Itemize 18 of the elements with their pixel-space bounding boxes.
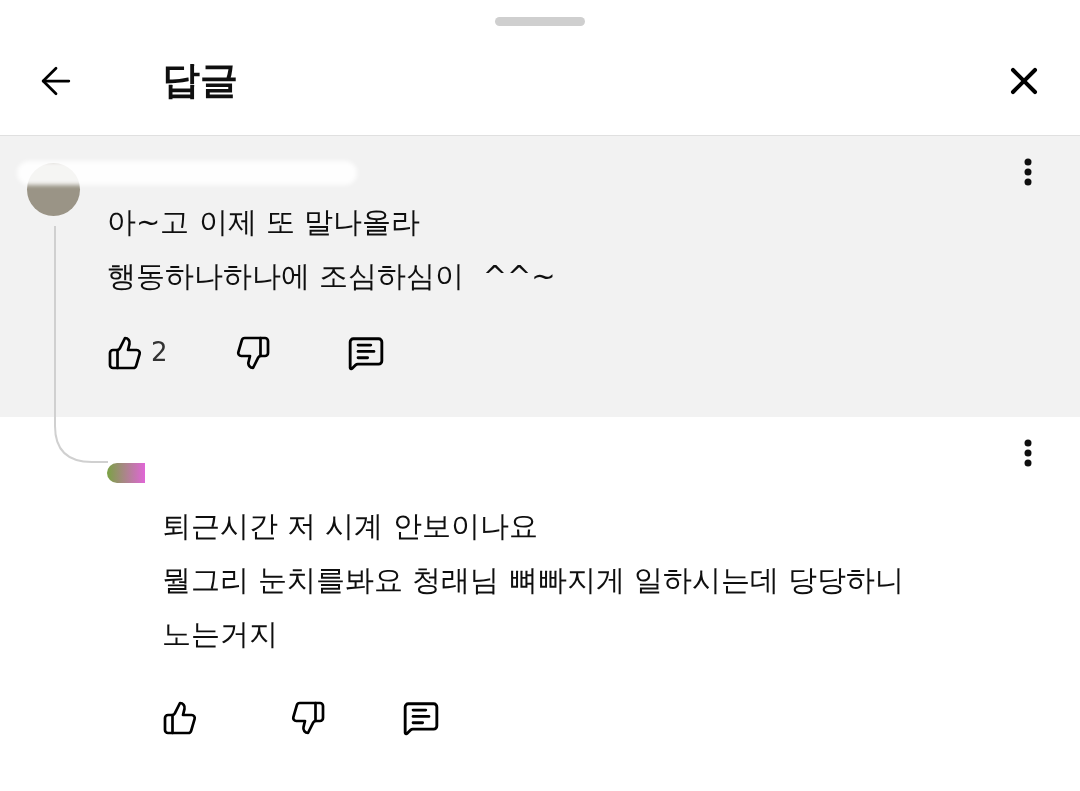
comment-text: 아~고 이제 또 말나올라 (107, 204, 421, 241)
thumbs-down-icon (235, 334, 271, 371)
panel-title: 답글 (162, 57, 238, 104)
comment-text: 뭘그리 눈치를봐요 청래님 뼈빠지게 일하시는데 당당하니 (162, 562, 906, 599)
avatar[interactable] (107, 463, 145, 483)
comment-text: 퇴근시간 저 시계 안보이나요 (162, 508, 539, 545)
thumbs-up-icon (162, 700, 198, 736)
reply-button[interactable] (402, 699, 440, 737)
drag-handle[interactable] (495, 17, 585, 26)
more-icon (1024, 158, 1032, 186)
like-button[interactable]: 2 (107, 333, 235, 372)
like-count: 2 (151, 336, 168, 369)
comment-text: 노는거지 (162, 616, 279, 653)
comment-icon (402, 699, 440, 737)
thumbs-up-icon (107, 334, 143, 371)
comment-text: 행동하나하나에 조심하심이 ^^~ (107, 258, 557, 295)
more-icon (1024, 439, 1032, 467)
thumbs-down-icon (290, 700, 326, 736)
